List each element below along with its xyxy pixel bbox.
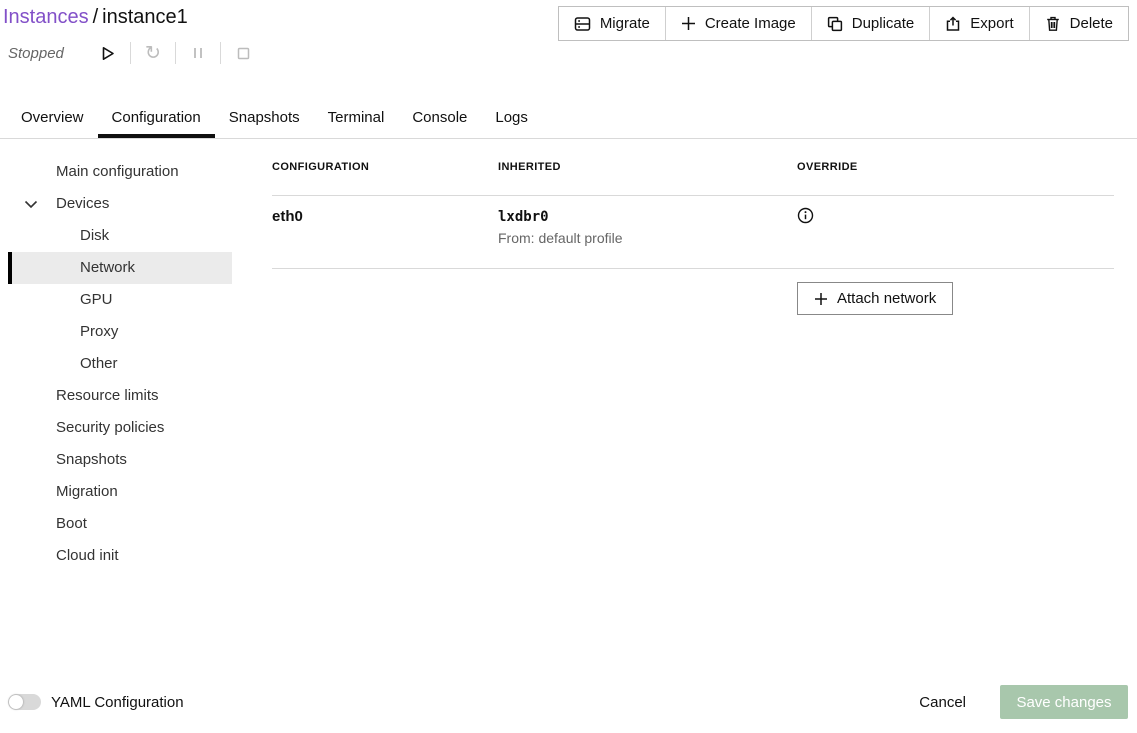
- action-label: Create Image: [705, 15, 796, 32]
- tab-console[interactable]: Console: [398, 100, 481, 138]
- override-cell: [797, 207, 1114, 268]
- action-label: Migrate: [600, 15, 650, 32]
- sidebar-item-network[interactable]: Network: [8, 252, 232, 284]
- export-icon: [945, 16, 961, 32]
- action-label: Delete: [1070, 15, 1113, 32]
- divider: [220, 42, 221, 64]
- tab-snapshots[interactable]: Snapshots: [215, 100, 314, 138]
- yaml-configuration-label[interactable]: YAML Configuration: [51, 694, 184, 711]
- pause-button[interactable]: [186, 41, 210, 65]
- sidebar-item-proxy[interactable]: Proxy: [8, 316, 232, 348]
- trash-icon: [1045, 16, 1061, 32]
- duplicate-button[interactable]: Duplicate: [811, 7, 930, 40]
- pause-icon: [192, 46, 204, 60]
- stop-button[interactable]: [231, 41, 255, 65]
- divider: [175, 42, 176, 64]
- attach-network-button[interactable]: Attach network: [797, 282, 953, 315]
- configuration-sidebar: Main configuration Devices Disk Network …: [0, 140, 256, 572]
- status-label: Stopped: [8, 45, 70, 62]
- inherited-cell: lxdbr0 From: default profile: [498, 207, 797, 268]
- override-info-button[interactable]: [797, 207, 814, 224]
- network-configuration-panel: CONFIGURATION INHERITED OVERRIDE eth0 lx…: [272, 140, 1114, 315]
- play-icon: [102, 46, 115, 61]
- migrate-button[interactable]: Migrate: [559, 7, 665, 40]
- column-header-override: OVERRIDE: [797, 161, 1114, 195]
- plus-icon: [814, 292, 828, 306]
- column-header-configuration: CONFIGURATION: [272, 161, 498, 195]
- breadcrumb: Instances/instance1: [3, 4, 188, 30]
- attach-network-label: Attach network: [837, 290, 936, 307]
- page-title: instance1: [102, 6, 188, 28]
- info-icon: [797, 207, 814, 224]
- sidebar-item-security-policies[interactable]: Security policies: [8, 412, 232, 444]
- export-button[interactable]: Export: [929, 7, 1028, 40]
- table-row: eth0 lxdbr0 From: default profile: [272, 196, 1114, 269]
- table-header-row: CONFIGURATION INHERITED OVERRIDE: [272, 140, 1114, 196]
- restart-icon: ↻: [145, 44, 161, 63]
- chevron-down-icon: [24, 200, 38, 209]
- action-label: Duplicate: [852, 15, 915, 32]
- breadcrumb-instances-link[interactable]: Instances: [3, 6, 89, 28]
- device-name-cell: eth0: [272, 207, 498, 268]
- form-footer: YAML Configuration Cancel Save changes: [0, 671, 1137, 733]
- sidebar-item-snapshots[interactable]: Snapshots: [8, 444, 232, 476]
- inherited-source: From: default profile: [498, 230, 797, 246]
- sidebar-item-boot[interactable]: Boot: [8, 508, 232, 540]
- tab-overview[interactable]: Overview: [7, 100, 98, 138]
- instance-tabs: Overview Configuration Snapshots Termina…: [0, 100, 1137, 139]
- stop-icon: [237, 47, 250, 60]
- sidebar-item-resource-limits[interactable]: Resource limits: [8, 380, 232, 412]
- action-label: Export: [970, 15, 1013, 32]
- cancel-button[interactable]: Cancel: [919, 694, 966, 711]
- toggle-knob: [9, 695, 23, 709]
- create-image-button[interactable]: Create Image: [665, 7, 811, 40]
- column-header-inherited: INHERITED: [498, 161, 797, 195]
- sidebar-item-migration[interactable]: Migration: [8, 476, 232, 508]
- breadcrumb-separator: /: [89, 6, 103, 28]
- instance-actions-toolbar: Migrate Create Image Duplicate Export: [558, 6, 1129, 41]
- yaml-configuration-toggle[interactable]: [8, 694, 41, 710]
- tab-logs[interactable]: Logs: [481, 100, 542, 138]
- delete-button[interactable]: Delete: [1029, 7, 1128, 40]
- divider: [130, 42, 131, 64]
- tab-configuration[interactable]: Configuration: [98, 100, 215, 138]
- restart-button[interactable]: ↻: [141, 41, 165, 65]
- save-changes-button[interactable]: Save changes: [1000, 685, 1128, 719]
- migrate-icon: [574, 16, 591, 32]
- instance-detail-page: Instances/instance1 Stopped ↻: [0, 0, 1137, 733]
- sidebar-item-main-configuration[interactable]: Main configuration: [8, 156, 232, 188]
- sidebar-item-gpu[interactable]: GPU: [8, 284, 232, 316]
- attach-network-row: Attach network: [272, 269, 1114, 315]
- sidebar-item-devices[interactable]: Devices: [8, 188, 232, 220]
- duplicate-icon: [827, 16, 843, 32]
- plus-icon: [681, 16, 696, 31]
- instance-state-controls: Stopped ↻: [8, 40, 265, 66]
- sidebar-item-cloud-init[interactable]: Cloud init: [8, 540, 232, 572]
- sidebar-item-disk[interactable]: Disk: [8, 220, 232, 252]
- inherited-network-value: lxdbr0: [498, 207, 797, 227]
- sidebar-item-other[interactable]: Other: [8, 348, 232, 380]
- start-button[interactable]: [96, 41, 120, 65]
- tab-terminal[interactable]: Terminal: [314, 100, 399, 138]
